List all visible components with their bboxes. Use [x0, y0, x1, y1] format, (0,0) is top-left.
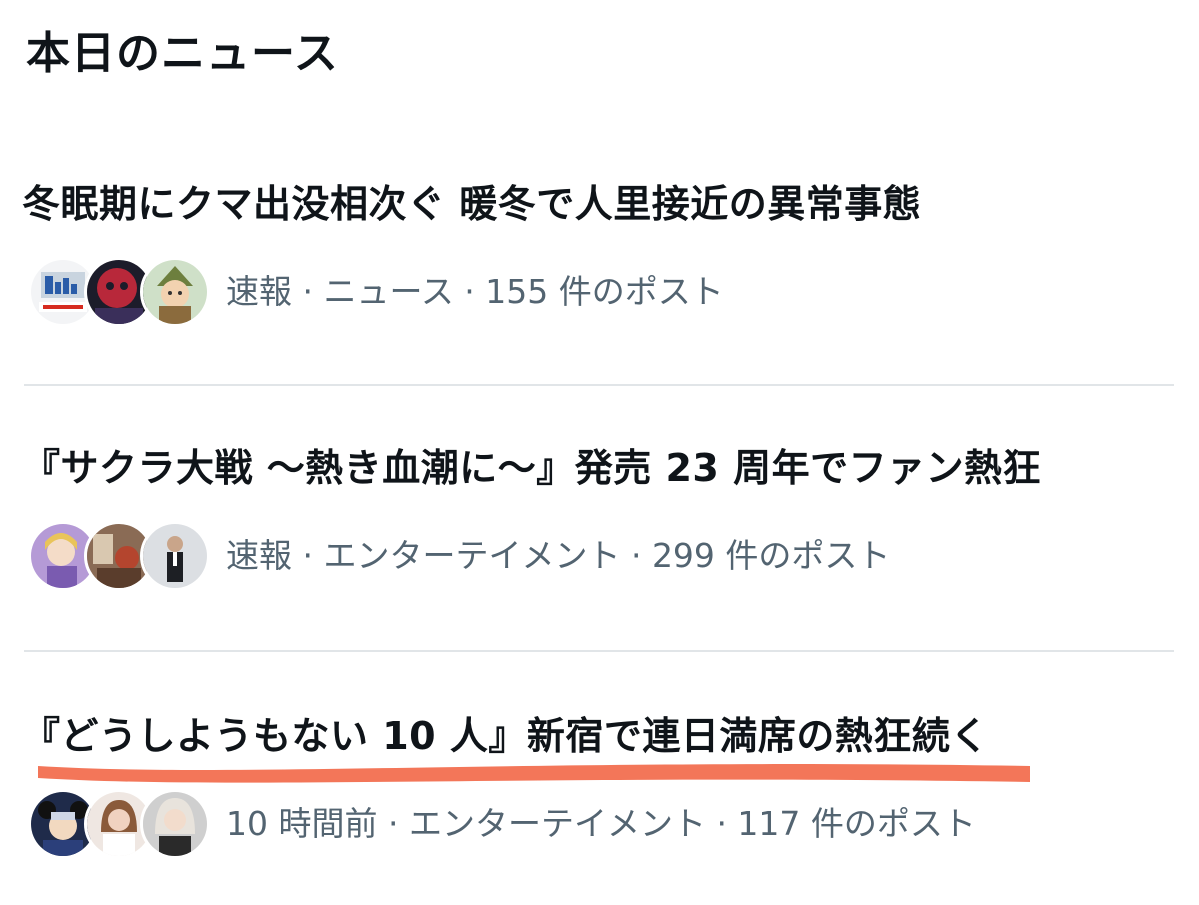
news-meta: 速報 · ニュース · 155 件のポスト	[226, 272, 724, 311]
news-meta: 10 時間前 · エンターテイメント · 117 件のポスト	[226, 804, 976, 843]
news-meta-row: 10 時間前 · エンターテイメント · 117 件のポスト	[28, 784, 976, 864]
news-headline[interactable]: 『どうしようもない 10 人』新宿で連日満席の熱狂続く	[22, 708, 989, 764]
divider	[24, 384, 1174, 386]
news-meta-row: 速報 · ニュース · 155 件のポスト	[28, 252, 724, 332]
suited-man-avatar	[140, 521, 210, 591]
page-title: 本日のニュース	[26, 28, 339, 79]
news-item[interactable]: 『サクラ大戦 〜熱き血潮に〜』発売 23 周年でファン熱狂 速報 · エンターテ…	[0, 436, 1199, 636]
news-headline[interactable]: 冬眠期にクマ出没相次ぐ 暖冬で人里接近の異常事態	[22, 176, 921, 232]
news-meta: 速報 · エンターテイメント · 299 件のポスト	[226, 536, 891, 575]
avatar-stack	[28, 255, 210, 329]
light-hair-photo-avatar	[140, 789, 210, 859]
avatar-stack	[28, 787, 210, 861]
news-item[interactable]: 『どうしようもない 10 人』新宿で連日満席の熱狂続く 10 時間前 · エンタ…	[0, 704, 1199, 904]
news-meta-row: 速報 · エンターテイメント · 299 件のポスト	[28, 516, 890, 596]
backpack-character-avatar	[140, 257, 210, 327]
divider	[24, 650, 1174, 652]
news-headline[interactable]: 『サクラ大戦 〜熱き血潮に〜』発売 23 周年でファン熱狂	[22, 440, 1041, 496]
news-item[interactable]: 冬眠期にクマ出没相次ぐ 暖冬で人里接近の異常事態 速報 · ニュース · 155…	[0, 168, 1199, 368]
avatar-stack	[28, 519, 210, 593]
